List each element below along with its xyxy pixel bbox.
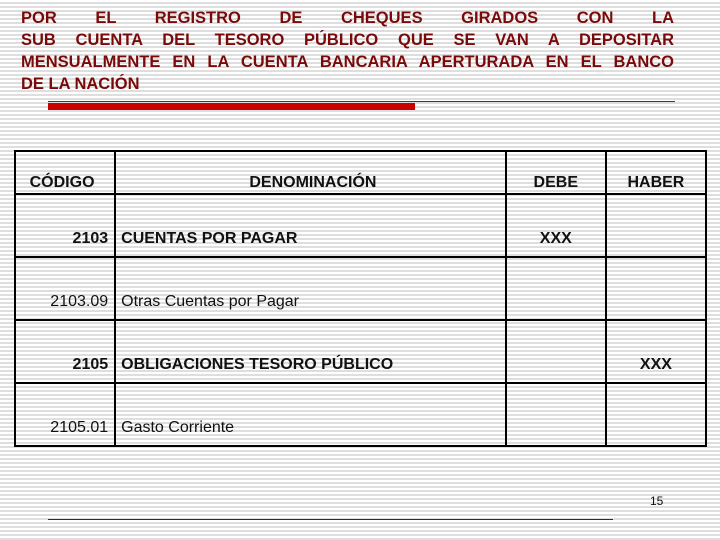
table-row: 2103.09 Otras Cuentas por Pagar bbox=[13, 256, 708, 321]
page-number: 15 bbox=[650, 494, 664, 508]
header-denominacion: DENOMINACIÓN bbox=[114, 150, 507, 195]
row-name: CUENTAS POR PAGAR bbox=[114, 193, 507, 258]
title-underline bbox=[48, 101, 675, 102]
row-haber bbox=[604, 382, 708, 447]
row-debe bbox=[504, 382, 607, 447]
slide-title: POR EL REGISTRO DE CHEQUES GIRADOS CON L… bbox=[21, 7, 674, 95]
row-name: Otras Cuentas por Pagar bbox=[114, 256, 507, 321]
title-line-3: MENSUALMENTE EN LA CUENTA BANCARIA APERT… bbox=[21, 53, 674, 71]
row-haber bbox=[604, 256, 708, 321]
title-line-1: POR EL REGISTRO DE CHEQUES GIRADOS CON L… bbox=[21, 9, 674, 27]
table-row: 2105 OBLIGACIONES TESORO PÚBLICO XXX bbox=[13, 319, 708, 384]
table-header-row: CÓDIGO DENOMINACIÓN DEBE HABER bbox=[13, 150, 708, 195]
row-haber: XXX bbox=[604, 319, 708, 384]
row-name: Gasto Corriente bbox=[114, 382, 507, 447]
row-code: 2105 bbox=[13, 319, 117, 384]
table-row: 2105.01 Gasto Corriente bbox=[13, 382, 708, 447]
row-code: 2103.09 bbox=[13, 256, 117, 321]
header-codigo: CÓDIGO bbox=[13, 150, 117, 195]
title-line-4: DE LA NACIÓN bbox=[21, 75, 140, 93]
row-code: 2105.01 bbox=[13, 382, 117, 447]
row-code: 2103 bbox=[13, 193, 117, 258]
header-haber: HABER bbox=[604, 150, 708, 195]
ledger-table: CÓDIGO DENOMINACIÓN DEBE HABER 2103 CUEN… bbox=[13, 150, 708, 447]
title-accent-bar bbox=[48, 103, 415, 110]
row-debe: XXX bbox=[504, 193, 607, 258]
title-line-2: SUB CUENTA DEL TESORO PÚBLICO QUE SE VAN… bbox=[21, 31, 674, 49]
row-debe bbox=[504, 256, 607, 321]
table-row: 2103 CUENTAS POR PAGAR XXX bbox=[13, 193, 708, 258]
row-debe bbox=[504, 319, 607, 384]
footer-line-right bbox=[313, 519, 613, 520]
footer-line bbox=[48, 519, 313, 520]
row-haber bbox=[604, 193, 708, 258]
header-debe: DEBE bbox=[504, 150, 607, 195]
row-name: OBLIGACIONES TESORO PÚBLICO bbox=[114, 319, 507, 384]
